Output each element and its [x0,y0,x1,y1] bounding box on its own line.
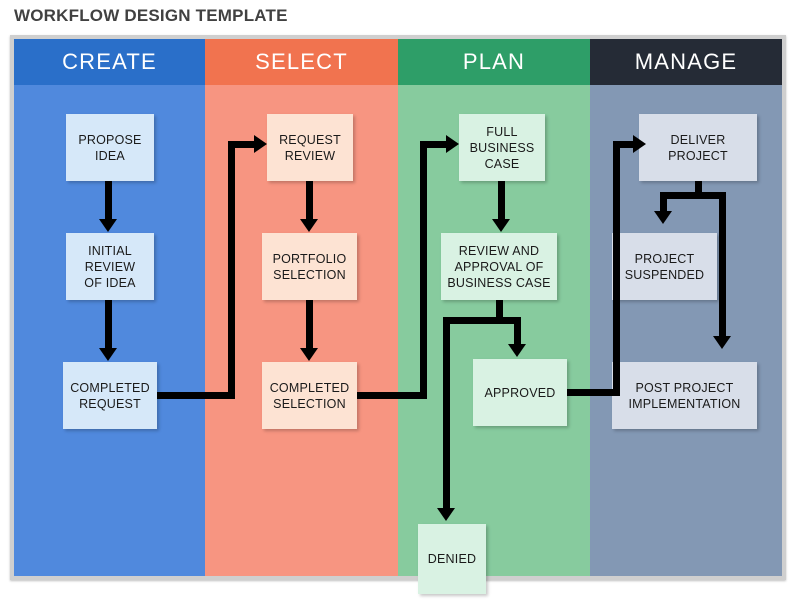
node-propose-idea[interactable]: PROPOSE IDEA [66,114,154,181]
edge-completed-selection-to-full-business-case-horizontal [357,392,398,399]
node-review-and-approval-of-business-case[interactable]: REVIEW AND APPROVAL OF BUSINESS CASE [441,233,557,300]
column-header-plan: PLAN [398,39,590,85]
node-denied[interactable]: DENIED [418,524,486,594]
column-plan: PLAN FULL BUSINESS CASE REVIEW AND APPRO… [398,39,590,594]
edge-completed-selection-to-full-business-case-riser [420,141,427,399]
edge-deliver-to-post-project-riser [719,192,726,337]
edge-full-case-to-review-stem [498,181,505,220]
edge-review-to-approved-riser [514,317,521,345]
column-header-label-select: SELECT [255,49,348,74]
node-portfolio-selection[interactable]: PORTFOLIO SELECTION [262,233,357,300]
edge-initial-to-completed-arrowhead [99,348,117,361]
node-project-suspended[interactable]: PROJECT SUSPENDED [612,233,717,300]
column-header-create: CREATE [14,39,205,85]
column-body-manage: DELIVER PROJECT PROJECT SUSPENDED POST P… [590,85,782,576]
edge-completed-request-to-request-review-approach [228,141,254,148]
edge-propose-to-initial-arrowhead [99,219,117,232]
edge-approved-to-deliver-project-riser [613,141,620,396]
column-body-select: REQUEST REVIEW PORTFOLIO SELECTION COMPL… [205,85,398,576]
column-header-label-create: CREATE [62,49,157,74]
edge-review-to-denied-arrowhead [437,508,455,521]
column-header-label-manage: MANAGE [634,49,738,74]
column-manage: MANAGE DELIVER PROJECT PROJECT SUSPENDED… [590,39,782,576]
edge-completed-request-to-request-review-riser [228,141,235,399]
edge-approved-to-deliver-project-horizontal [567,389,590,396]
edge-request-to-portfolio-stem [306,181,313,220]
edge-propose-to-initial-stem [105,181,112,220]
node-completed-request[interactable]: COMPLETED REQUEST [63,362,157,429]
column-header-manage: MANAGE [590,39,782,85]
node-initial-review-of-idea[interactable]: INITIAL REVIEW OF IDEA [66,233,154,300]
column-select: SELECT REQUEST REVIEW PORTFOLIO SELECTIO… [205,39,398,576]
edge-deliver-to-suspended-arrowhead [654,211,672,224]
edge-deliver-to-suspended-riser [660,192,667,212]
column-create: CREATE PROPOSE IDEA INITIAL REVIEW OF ID… [14,39,209,576]
node-post-project-implementation[interactable]: POST PROJECT IMPLEMENTATION [612,362,757,429]
edge-completed-request-to-request-review-arrowhead [254,135,267,153]
node-request-review[interactable]: REQUEST REVIEW [267,114,353,181]
edge-portfolio-to-completed-stem [306,300,313,349]
edge-review-split-bar [443,317,521,324]
page-title: WORKFLOW DESIGN TEMPLATE [14,6,288,25]
edge-deliver-split-bar [660,192,726,199]
node-full-business-case[interactable]: FULL BUSINESS CASE [459,114,545,181]
edge-review-to-approved-arrowhead [508,344,526,357]
edge-completed-request-to-request-review-horizontal [157,392,209,399]
edge-request-to-portfolio-arrowhead [300,219,318,232]
column-body-plan: FULL BUSINESS CASE REVIEW AND APPROVAL O… [398,85,590,594]
column-body-create: PROPOSE IDEA INITIAL REVIEW OF IDEA COMP… [14,85,209,576]
edge-portfolio-to-completed-arrowhead [300,348,318,361]
edge-initial-to-completed-stem [105,300,112,349]
workflow-board: CREATE PROPOSE IDEA INITIAL REVIEW OF ID… [10,35,786,594]
column-header-select: SELECT [205,39,398,85]
edge-completed-selection-to-full-business-case-arrowhead [446,135,459,153]
node-completed-selection[interactable]: COMPLETED SELECTION [262,362,357,429]
edge-full-case-to-review-arrowhead [492,219,510,232]
node-approved[interactable]: APPROVED [473,359,567,426]
edge-review-to-denied-riser [443,317,450,509]
edge-approved-to-deliver-project-approach [613,141,633,148]
edge-approved-to-deliver-project-arrowhead [633,135,646,153]
node-deliver-project[interactable]: DELIVER PROJECT [639,114,757,181]
edge-deliver-to-post-project-arrowhead [713,336,731,349]
edge-completed-selection-to-full-business-case-approach [420,141,446,148]
column-header-label-plan: PLAN [462,49,526,74]
